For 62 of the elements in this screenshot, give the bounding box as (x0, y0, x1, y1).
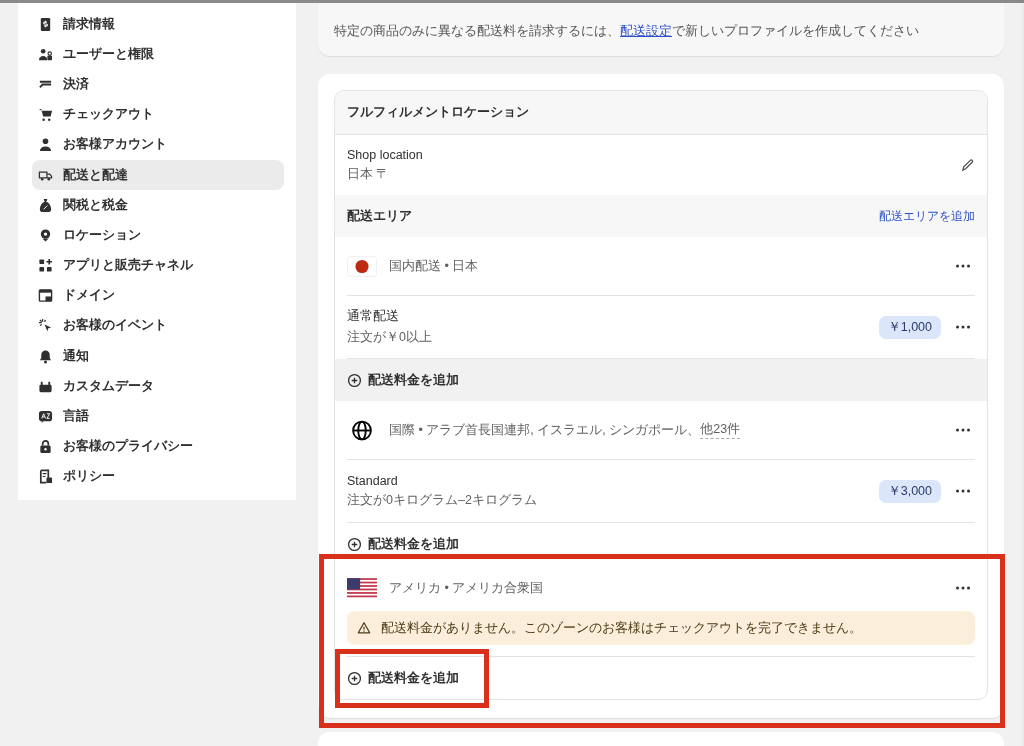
price-badge: ￥1,000 (878, 315, 941, 339)
policy-icon (38, 469, 53, 485)
cursor-icon (38, 318, 53, 334)
add-rate-button[interactable]: 配送料金を追加 (347, 371, 459, 389)
sidebar-item[interactable]: アプリと販売チャネル (32, 250, 284, 281)
plus-circle-icon (347, 372, 362, 388)
zone-title: 国際 • アラブ首長国連邦, イスラエル, シンガポール、 (389, 421, 701, 439)
zone-title: アメリカ • アメリカ合衆国 (389, 579, 544, 597)
sidebar-item[interactable]: カスタムデータ (32, 371, 284, 402)
billing-icon (38, 16, 53, 32)
notice-text: 特定の商品のみに異なる配送料を請求するには、配送設定で新しいプロファイルを作成してください (334, 23, 920, 40)
sidebar-item[interactable]: ドメイン (32, 280, 284, 311)
more-countries-link[interactable]: 他23件 (700, 421, 741, 439)
language-icon (38, 409, 53, 425)
bell-icon (38, 348, 53, 364)
plus-circle-icon (347, 536, 362, 552)
domain-icon (38, 288, 53, 304)
sidebar-item[interactable]: 決済 (32, 69, 284, 100)
warning-text: 配送料金がありません。このゾーンのお客様はチェックアウトを完了できません。 (381, 619, 862, 637)
person-icon (38, 137, 53, 153)
location-address: 日本 〒 (347, 165, 391, 183)
pin-icon (38, 227, 53, 243)
sidebar-item[interactable]: 関税と税金 (32, 190, 284, 221)
rate-name: Standard (347, 473, 399, 488)
zone-title: 国内配送 • 日本 (389, 257, 479, 275)
ellipsis-icon (955, 586, 971, 590)
moneybag-icon (38, 197, 53, 213)
sidebar-item[interactable]: お客様アカウント (32, 129, 284, 160)
location-name: Shop location (347, 147, 423, 162)
section-title: 配送エリア (347, 207, 412, 225)
sidebar-item[interactable]: ユーザーと権限 (32, 39, 284, 70)
edit-icon[interactable] (960, 157, 975, 173)
cart-icon (38, 107, 53, 123)
ellipsis-icon (955, 428, 971, 432)
us-flag-icon (347, 577, 377, 599)
rate-name: 通常配送 (347, 308, 400, 325)
add-rate-button[interactable]: 配送料金を追加 (347, 535, 459, 553)
price-badge: ￥3,000 (878, 479, 941, 503)
users-icon (38, 46, 53, 62)
sidebar-item[interactable]: お客様のイベント (32, 310, 284, 342)
rate-condition: 注文が￥0以上 (347, 329, 433, 346)
add-zone-link[interactable]: 配送エリアを追加 (879, 207, 975, 225)
rate-condition: 注文が0キログラム–2キログラム (347, 491, 538, 509)
sidebar-item[interactable]: ロケーション (32, 220, 284, 251)
ellipsis-icon (955, 325, 971, 329)
add-rate-button[interactable]: 配送料金を追加 (347, 669, 459, 687)
section-title: フルフィルメントロケーション (347, 104, 529, 121)
japan-flag-icon (347, 255, 377, 277)
sidebar-item[interactable]: 言語 (32, 401, 284, 432)
sidebar-item[interactable]: ポリシー (32, 461, 284, 492)
sidebar-item[interactable]: 請求情報 (32, 9, 284, 40)
sidebar-item[interactable]: 通知 (32, 341, 284, 372)
plus-circle-icon (347, 670, 362, 686)
lock-icon (38, 439, 53, 455)
sidebar-item[interactable]: お客様のプライバシー (32, 431, 284, 462)
ellipsis-icon (955, 489, 971, 493)
warning-icon (357, 621, 371, 635)
shipping-settings-link[interactable]: 配送設定 (620, 24, 672, 38)
apps-icon (38, 258, 53, 274)
sidebar-item[interactable]: チェックアウト (32, 99, 284, 130)
sidebar-item[interactable]: 配送と配達 (32, 159, 284, 191)
ellipsis-icon (955, 264, 971, 268)
